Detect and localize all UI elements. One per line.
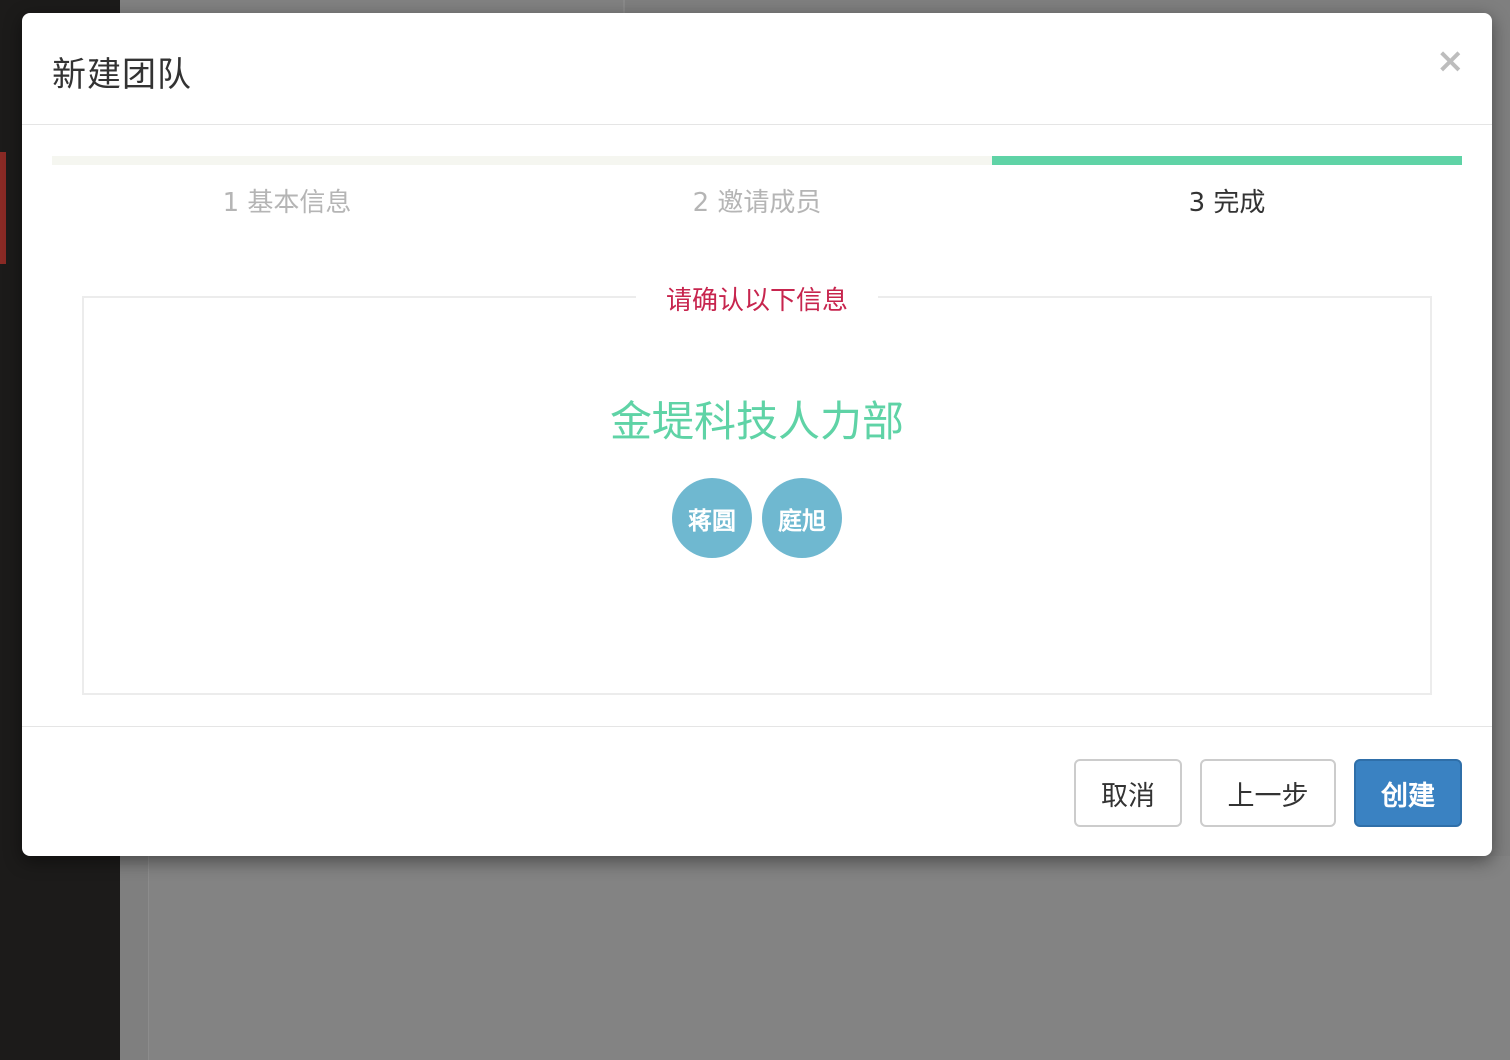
step-bar — [522, 156, 992, 165]
member-avatar: 蒋圆 — [672, 478, 752, 558]
create-button[interactable]: 创建 — [1354, 759, 1462, 827]
step-invite-members: 2 邀请成员 — [522, 156, 992, 226]
team-name: 金堤科技人力部 — [609, 397, 904, 446]
step-progress: 1 基本信息 2 邀请成员 3 完成 — [52, 156, 1462, 226]
step-bar-active — [992, 156, 1462, 165]
step-basic-info: 1 基本信息 — [52, 156, 522, 226]
step-label: 1 基本信息 — [222, 188, 352, 218]
step-label: 2 邀请成员 — [692, 188, 822, 218]
modal-title: 新建团队 — [52, 55, 192, 95]
background-content-panel — [148, 856, 1510, 1060]
modal-header: 新建团队 × — [22, 13, 1492, 125]
close-icon[interactable]: × — [1436, 43, 1465, 79]
step-label: 3 完成 — [1188, 188, 1266, 218]
background-sidebar-active-marker — [0, 152, 6, 264]
step-complete: 3 完成 — [992, 156, 1462, 226]
step-bar — [52, 156, 522, 165]
modal-footer: 取消 上一步 创建 — [22, 726, 1492, 856]
confirm-legend: 请确认以下信息 — [635, 280, 879, 317]
background-panel — [120, 0, 625, 14]
member-avatar: 庭旭 — [762, 478, 842, 558]
member-list: 蒋圆 庭旭 — [84, 478, 1430, 558]
new-team-modal: 新建团队 × 1 基本信息 2 邀请成员 3 完成 请确认以下信息 金堤科技人力… — [22, 13, 1492, 856]
cancel-button[interactable]: 取消 — [1074, 759, 1182, 827]
confirm-info-box: 请确认以下信息 金堤科技人力部 蒋圆 庭旭 — [82, 280, 1432, 695]
previous-step-button[interactable]: 上一步 — [1200, 759, 1336, 827]
